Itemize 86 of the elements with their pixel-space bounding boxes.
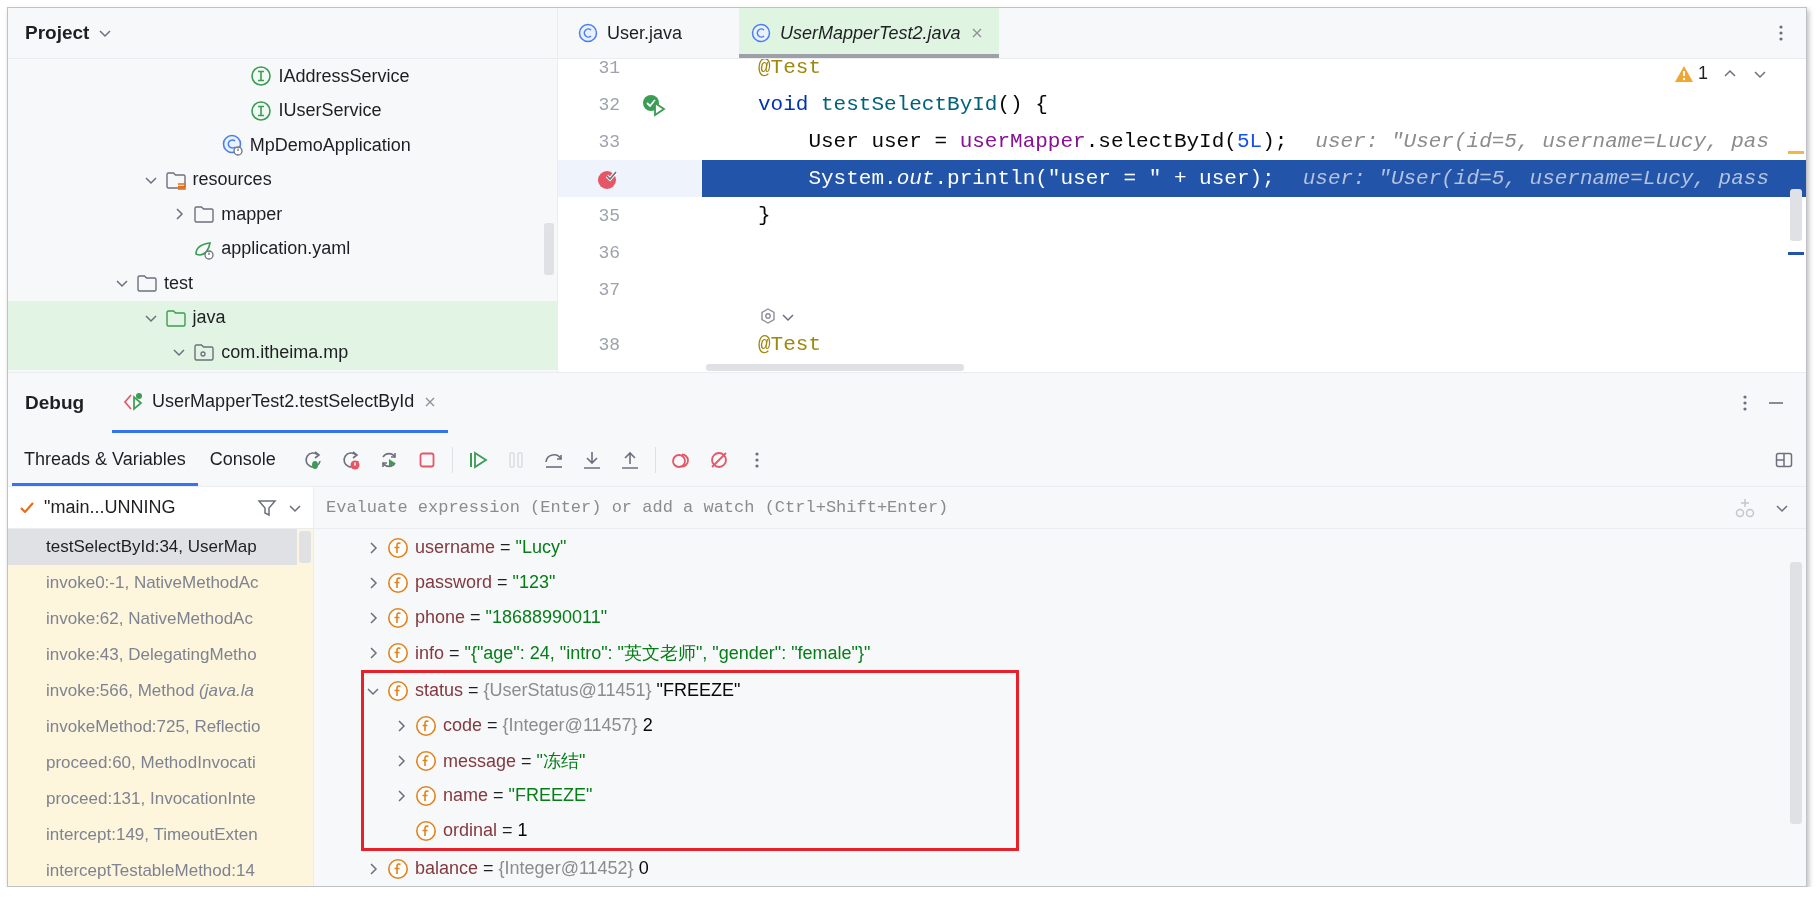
field-icon (387, 679, 409, 702)
folder-icon (193, 203, 216, 226)
caret-stripe-mark (1788, 252, 1804, 255)
code-vision-icon[interactable] (758, 307, 778, 327)
stack-frame[interactable]: invoke:62, NativeMethodAc (8, 601, 297, 637)
variable-value: password = "123" (415, 572, 556, 593)
scrollbar[interactable] (706, 364, 964, 371)
warning-counter[interactable]: 1 (1674, 63, 1708, 84)
tree-item[interactable]: test (8, 266, 557, 301)
line-number: 37 (598, 279, 620, 300)
stack-frame[interactable]: invoke:43, DelegatingMetho (8, 637, 297, 673)
code-line: User user = userMapper.selectById(5L); (807, 130, 1288, 153)
code-line: @Test (758, 333, 821, 356)
debug-session-tab[interactable]: UserMapperTest2.testSelectById (112, 373, 449, 433)
field-icon (415, 749, 437, 772)
code-line: } (758, 204, 771, 227)
interface-icon (250, 65, 273, 88)
stack-frame[interactable]: invoke:566, Method (java.la (8, 673, 297, 709)
stack-frame[interactable]: proceed:131, InvocationInte (8, 781, 297, 817)
debug-session-icon (122, 390, 145, 413)
scrollbar[interactable] (1790, 562, 1802, 824)
stack-frame[interactable]: testSelectById:34, UserMap (8, 529, 297, 565)
resume-icon (467, 449, 488, 470)
variable-value: message = "冻结" (443, 749, 586, 773)
field-icon (387, 606, 409, 629)
field-icon (387, 571, 409, 594)
panel-title: Debug (25, 392, 85, 414)
editor-tab[interactable]: UserMapperTest2.java (739, 8, 1000, 58)
more-icon[interactable] (1742, 393, 1748, 413)
tree-item[interactable]: IAddressService (8, 59, 557, 94)
step-into-icon (581, 449, 602, 470)
mute-breakpoints-icon (708, 449, 729, 470)
filter-icon[interactable] (257, 497, 277, 518)
variable-value: info = "{"age": 24, "intro": "英文老师", "gender": "female"}" (415, 641, 871, 665)
class-icon (221, 134, 244, 157)
editor-tab[interactable]: User.java (566, 8, 736, 58)
more-icon[interactable] (1778, 23, 1784, 43)
scrollbar[interactable] (1790, 189, 1802, 241)
tree-item[interactable]: com.itheima.mp (8, 335, 557, 370)
tree-item[interactable]: MpDemoApplication (8, 128, 557, 163)
rerun-icon (302, 449, 323, 470)
field-icon (415, 819, 437, 842)
line-number: 31 (598, 59, 620, 78)
field-icon (415, 784, 437, 807)
class-icon (751, 23, 771, 43)
folder-icon (136, 272, 158, 295)
variable-value: code = {Integer@11457} 2 (443, 715, 653, 736)
line-number: 33 (598, 131, 620, 152)
line-number: 35 (598, 205, 620, 226)
rerun-icon (340, 449, 361, 470)
variable-value: status = {UserStatus@11451} "FREEZE" (415, 680, 741, 701)
line-number: 32 (598, 94, 620, 115)
class-icon (578, 23, 598, 43)
package-icon (193, 341, 216, 364)
tree-item[interactable]: mapper (8, 197, 557, 232)
interface-icon (250, 99, 273, 122)
line-number: 38 (598, 334, 620, 355)
project-view-dropdown[interactable]: Project (23, 20, 116, 46)
evaluate-field[interactable]: Evaluate expression (Enter) or add a watch (Ctrl+Shift+Enter) (314, 487, 1716, 529)
run-test-icon[interactable] (641, 92, 667, 117)
field-icon (387, 641, 409, 664)
variable-value: balance = {Integer@11452} 0 (415, 858, 649, 879)
inline-value-hint: user: "User(id=5, username=Lucy, pas (1315, 130, 1770, 153)
inline-value-hint: user: "User(id=5, username=Lucy, pass (1302, 167, 1769, 190)
scrollbar[interactable] (299, 531, 311, 563)
tree-item[interactable]: IUserService (8, 93, 557, 128)
panel-tab[interactable]: Console (197, 433, 288, 486)
variable-value: name = "FREEZE" (443, 785, 593, 806)
variable-value: ordinal = 1 (443, 820, 528, 841)
tree-item[interactable]: application.yaml (8, 231, 557, 266)
tree-item[interactable]: java (8, 300, 557, 335)
field-icon (387, 857, 409, 880)
line-number: 36 (598, 242, 620, 263)
field-icon (415, 714, 437, 737)
stack-frame[interactable]: proceed:60, MethodInvocati (8, 745, 297, 781)
scrollbar[interactable] (544, 223, 554, 275)
variable-value: phone = "18688990011" (415, 607, 608, 628)
step-out-icon (619, 449, 640, 470)
field-icon (387, 536, 409, 559)
stack-frame[interactable]: invokeMethod:725, Reflectio (8, 709, 297, 745)
code-line: void testSelectById() { (758, 93, 1048, 116)
tree-item[interactable]: resources (8, 162, 557, 197)
code-line: System.out.println("user = " + user); (807, 167, 1275, 190)
stack-frame[interactable]: intercept:149, TimeoutExten (8, 817, 297, 853)
stack-frame[interactable]: invoke0:-1, NativeMethodAc (8, 565, 297, 601)
variable-value: username = "Lucy" (415, 537, 567, 558)
